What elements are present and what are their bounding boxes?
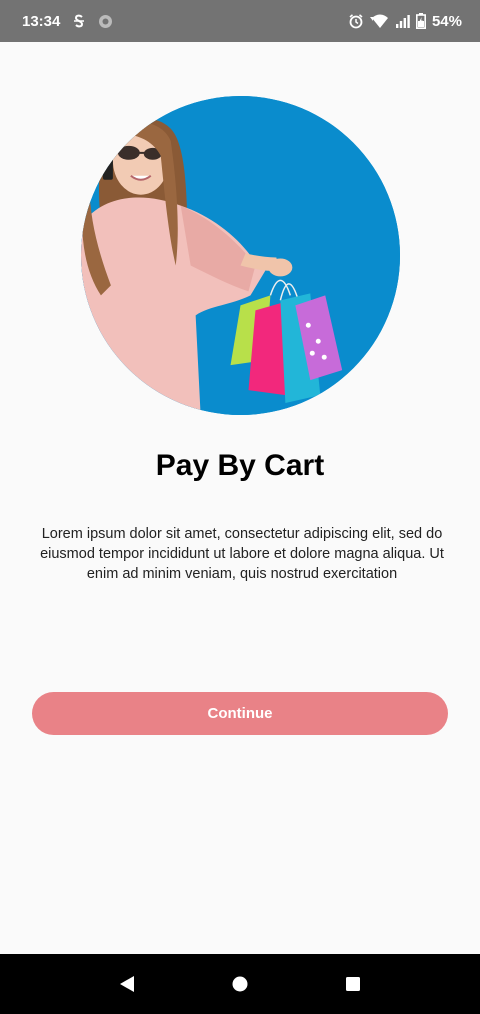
description-text: Lorem ipsum dolor sit amet, consectetur … [40, 526, 444, 582]
alarm-icon [348, 13, 364, 29]
hero-image [81, 96, 400, 415]
status-time: 13:34 [22, 12, 61, 30]
page-title: Pay By Cart [155, 449, 325, 482]
sim-icon [72, 14, 86, 28]
battery-percent: 54% [431, 12, 462, 30]
recents-icon[interactable] [333, 964, 373, 1004]
shopping-woman-illustration [81, 96, 400, 415]
status-right: 54% [348, 13, 462, 30]
continue-button[interactable]: Continue [32, 692, 448, 735]
wifi-icon [369, 13, 390, 29]
status-left: 13:34 [22, 13, 113, 30]
navigation-bar [0, 954, 480, 1014]
battery-icon [415, 13, 426, 29]
back-icon[interactable] [107, 964, 147, 1004]
data-saver-icon [98, 14, 113, 29]
status-bar: 13:34 54% [0, 0, 480, 42]
signal-icon [395, 14, 410, 28]
home-icon[interactable] [220, 964, 260, 1004]
